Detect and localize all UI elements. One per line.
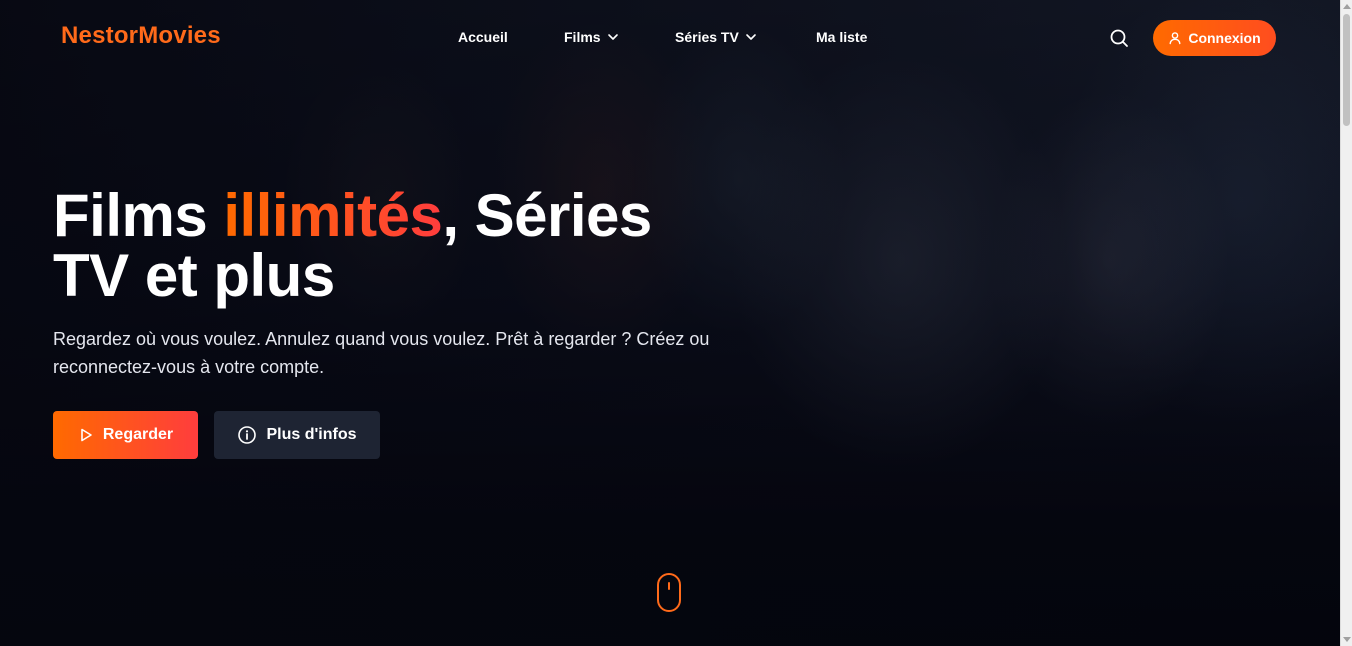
hero-title-accent: illimités — [223, 182, 443, 249]
page-scrollbar[interactable] — [1340, 0, 1352, 646]
login-button[interactable]: Connexion — [1153, 20, 1276, 56]
scroll-down-arrow-icon[interactable] — [1343, 637, 1351, 642]
search-icon — [1110, 29, 1128, 47]
more-info-label: Plus d'infos — [266, 426, 357, 443]
hero-overlay — [0, 0, 1340, 646]
site-logo[interactable]: NestorMovies — [61, 22, 221, 50]
more-info-button[interactable]: Plus d'infos — [214, 411, 380, 459]
login-label: Connexion — [1188, 30, 1261, 46]
nav-link-ma-liste[interactable]: Ma liste — [816, 29, 867, 45]
nav-link-label: Ma liste — [816, 29, 868, 45]
nav-link-films[interactable]: Films — [564, 29, 619, 45]
hero-title: Films illimités, Séries TV et plus — [53, 186, 733, 306]
watch-button[interactable]: Regarder — [53, 411, 198, 459]
nav-link-label: Séries TV — [675, 29, 739, 45]
info-icon — [238, 426, 257, 444]
nav-link-label: Accueil — [458, 29, 508, 45]
nav-link-accueil[interactable]: Accueil — [458, 29, 508, 45]
hero-subtitle: Regardez où vous voulez. Annulez quand v… — [53, 329, 710, 377]
scroll-mouse-icon[interactable] — [657, 573, 681, 612]
chevron-down-icon — [607, 34, 618, 40]
watch-label: Regarder — [102, 426, 174, 443]
scroll-up-arrow-icon[interactable] — [1343, 4, 1351, 9]
play-icon — [81, 428, 92, 442]
page: NestorMovies Accueil Films Séries TV Ma … — [0, 0, 1352, 646]
nav-link-label: Films — [564, 29, 601, 45]
scrollbar-thumb[interactable] — [1343, 14, 1350, 126]
chevron-down-icon — [746, 34, 756, 40]
search-button[interactable] — [1108, 27, 1130, 49]
user-icon — [1169, 32, 1181, 45]
nav-link-series-tv[interactable]: Séries TV — [675, 29, 757, 45]
scroll-wheel — [668, 582, 670, 590]
hero-title-part1: Films — [53, 182, 224, 249]
navbar: NestorMovies Accueil Films Séries TV Ma … — [0, 0, 1340, 76]
